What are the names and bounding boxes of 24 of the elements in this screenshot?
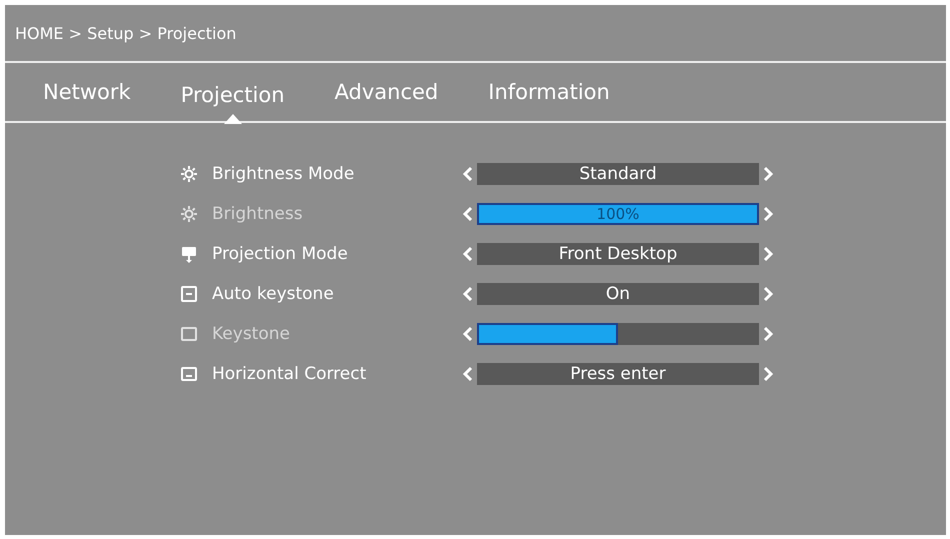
slider-track[interactable] [477, 323, 759, 345]
square-icon [180, 325, 198, 343]
setting-label: Brightness Mode [212, 164, 356, 184]
option-value[interactable]: Press enter [477, 363, 759, 385]
screen-icon [180, 365, 198, 383]
sun-icon [180, 165, 198, 183]
tab[interactable]: Network [27, 63, 147, 121]
setting-label: Keystone [212, 324, 291, 344]
setting-label: Projection Mode [212, 244, 349, 264]
sun-icon [180, 205, 198, 223]
slider-value: 100% [596, 205, 640, 223]
projector-icon [180, 245, 198, 263]
option-value[interactable]: Front Desktop [477, 243, 759, 265]
tab[interactable]: Information [472, 63, 626, 121]
setting-label: Brightness [212, 204, 304, 224]
option-value[interactable]: On [477, 283, 759, 305]
setting-label: Horizontal Correct [212, 364, 368, 384]
breadcrumb: HOME > Setup > Projection [15, 24, 236, 42]
pointer-icon [224, 114, 242, 124]
keystone-icon [180, 285, 198, 303]
option-value[interactable]: Standard [477, 163, 759, 185]
setting-label: Auto keystone [212, 284, 335, 304]
tab[interactable]: Projection [164, 66, 301, 124]
tab[interactable]: Advanced [318, 63, 454, 121]
